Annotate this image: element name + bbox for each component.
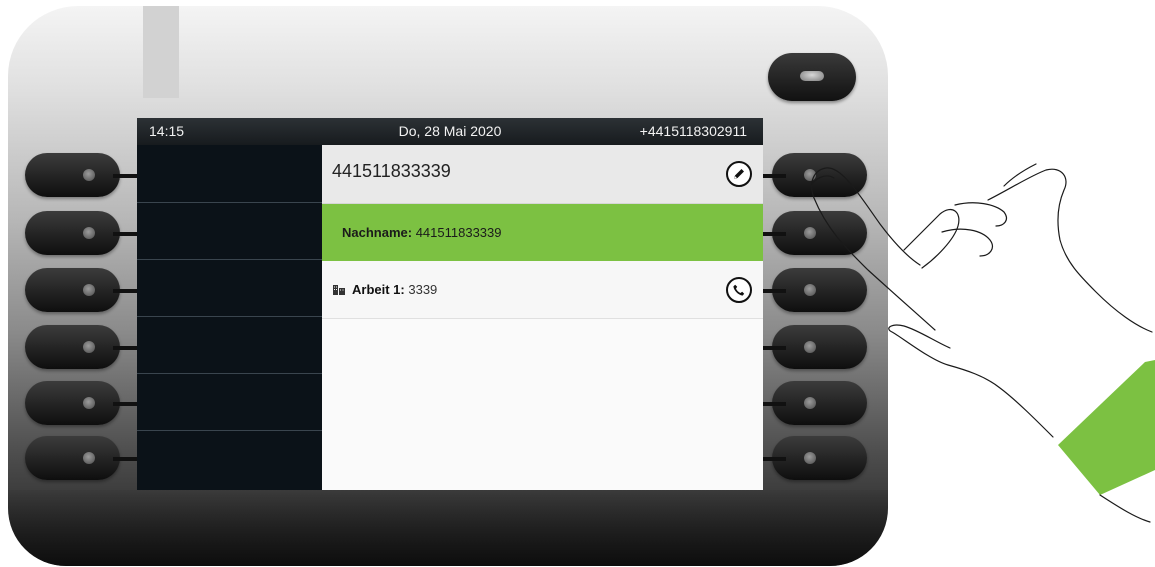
phone-handset-glyph: [733, 284, 745, 296]
key-connector: [760, 457, 786, 461]
key-led: [83, 341, 95, 353]
field-label: Nachname:: [342, 225, 413, 240]
field-value: 441511833339: [415, 225, 502, 240]
key-connector: [760, 174, 786, 178]
status-bar: 14:15 Do, 28 Mai 2020 +4415118302911: [137, 118, 763, 145]
lastname-field: Nachname: 441511833339: [342, 225, 502, 240]
field-value: 3339: [408, 282, 438, 297]
key-connector: [113, 457, 139, 461]
key-connector: [113, 346, 139, 350]
label-strip: [143, 6, 179, 98]
key-connector: [760, 402, 786, 406]
left-softkey-6[interactable]: [25, 436, 120, 480]
pencil-icon-glyph: [734, 169, 744, 179]
divider: [137, 373, 322, 374]
left-softkey-labels: [137, 145, 322, 490]
key-connector: [760, 289, 786, 293]
hand-illustration: [811, 163, 1155, 523]
divider: [137, 259, 322, 260]
key-led: [83, 284, 95, 296]
own-phone-number: +4415118302911: [639, 123, 747, 139]
contact-number: 441511833339: [332, 161, 451, 181]
left-softkey-2[interactable]: [25, 211, 120, 255]
work-number-field: Arbeit 1: 3339: [352, 282, 437, 297]
wristband: [1058, 360, 1155, 495]
work-number-row[interactable]: Arbeit 1: 3339: [322, 261, 763, 319]
key-led: [800, 71, 824, 81]
divider: [137, 202, 322, 203]
left-softkey-3[interactable]: [25, 268, 120, 312]
left-softkey-1[interactable]: [25, 153, 120, 197]
top-function-key[interactable]: [768, 53, 856, 101]
key-connector: [760, 346, 786, 350]
left-softkey-4[interactable]: [25, 325, 120, 369]
left-softkey-5[interactable]: [25, 381, 120, 425]
contact-number-row[interactable]: 441511833339: [322, 145, 763, 204]
pencil-icon[interactable]: [726, 161, 752, 187]
divider: [137, 430, 322, 431]
key-led: [83, 452, 95, 464]
divider: [137, 316, 322, 317]
lastname-field-row[interactable]: Nachname: 441511833339: [322, 204, 763, 261]
phone-display: 14:15 Do, 28 Mai 2020 +4415118302911 441…: [137, 118, 763, 490]
key-connector: [113, 289, 139, 293]
key-connector: [760, 232, 786, 236]
contact-details: 441511833339 Nachname: 441511833339 Arbe…: [322, 145, 763, 490]
office-building-icon: [333, 285, 345, 295]
key-connector: [113, 402, 139, 406]
key-led: [83, 397, 95, 409]
key-connector: [113, 174, 139, 178]
key-led: [83, 169, 95, 181]
phone-handset-icon[interactable]: [726, 277, 752, 303]
key-connector: [113, 232, 139, 236]
key-led: [83, 227, 95, 239]
field-label: Arbeit 1:: [352, 282, 405, 297]
